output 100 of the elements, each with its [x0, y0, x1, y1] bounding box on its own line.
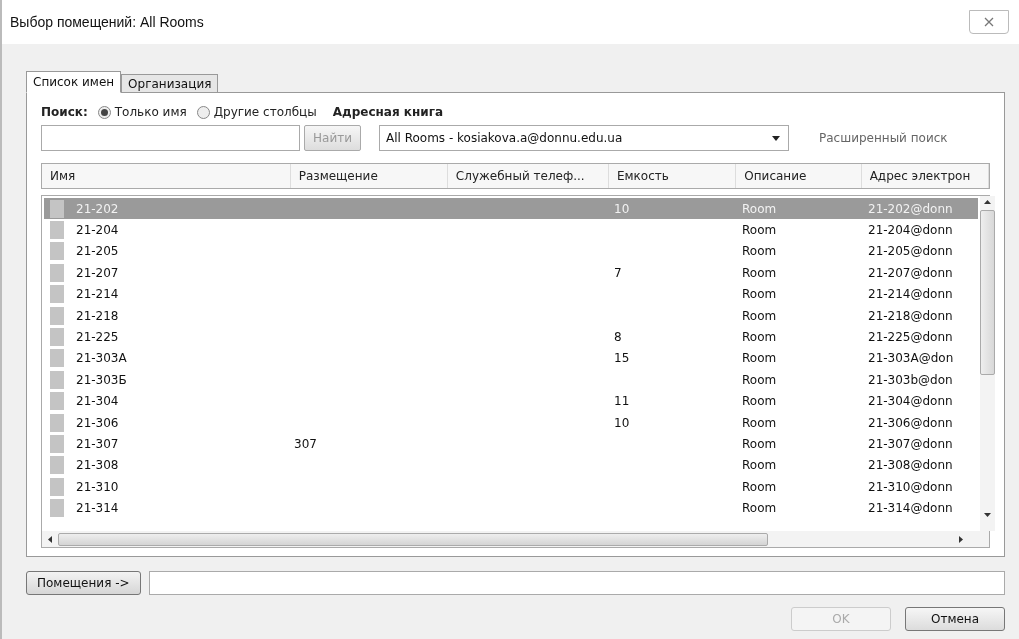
- table-cell-text: Room: [742, 501, 778, 516]
- table-cell-text: 21-306: [76, 415, 120, 430]
- table-row[interactable]: 21-310 Room 21-310@donn: [44, 476, 978, 498]
- table-cell-text: 21-207: [76, 265, 120, 280]
- table-cell-text: 21-303А: [76, 351, 128, 366]
- table-row[interactable]: 21-304 11 Room 21-304@donn: [44, 390, 978, 412]
- room-icon: [50, 413, 64, 432]
- room-icon: [50, 370, 64, 389]
- room-icon: [50, 221, 64, 240]
- column-header[interactable]: Имя: [42, 164, 291, 188]
- table-cell-text: Room: [742, 458, 778, 473]
- room-icon: [50, 456, 64, 475]
- column-header[interactable]: Служебный телеф...: [447, 164, 609, 188]
- table-row[interactable]: 21-218 Room 21-218@donn: [44, 304, 978, 327]
- close-button[interactable]: [969, 10, 1009, 34]
- room-icon: [50, 285, 64, 304]
- table-cell-text: 21-207@donn: [868, 265, 954, 280]
- close-icon: [984, 17, 994, 27]
- table-cell-text: 21-304@donn: [868, 394, 954, 409]
- table-row[interactable]: 21-207 7 Room 21-207@donn: [44, 262, 978, 284]
- table-cell-text: Room: [742, 415, 778, 430]
- table-cell-text: 10: [614, 201, 631, 216]
- table-cell-text: 21-218: [76, 308, 120, 323]
- table-cell-text: 21-303A@don: [868, 351, 955, 366]
- table-cell-text: 21-225: [76, 330, 120, 345]
- table-cell-text: Room: [742, 330, 778, 345]
- search-field[interactable]: [41, 125, 300, 151]
- column-header[interactable]: Емкость: [608, 164, 737, 188]
- column-header[interactable]: Описание: [736, 164, 862, 188]
- cancel-button[interactable]: Отмена: [905, 607, 1005, 631]
- table-cell-text: 21-310: [76, 479, 120, 494]
- table-cell-text: 21-308: [76, 458, 120, 473]
- room-icon: [50, 349, 64, 368]
- column-header[interactable]: Адрес электрон: [861, 164, 989, 188]
- window-title: Выбор помещений: All Rooms: [10, 14, 204, 30]
- room-icon: [50, 263, 64, 282]
- table-cell-text: 21-214: [76, 287, 120, 302]
- table-row[interactable]: 21-306 10 Room 21-306@donn: [44, 411, 978, 434]
- table-row[interactable]: 21-314 Room 21-314@donn: [44, 497, 978, 519]
- table-cell-text: 21-307@donn: [868, 437, 954, 451]
- table-cell-text: 21-306@donn: [868, 415, 954, 430]
- table-row[interactable]: 21-307 307 Room 21-307@donn: [44, 433, 978, 455]
- table-row[interactable]: 21-205 Room 21-205@donn: [44, 240, 978, 263]
- table-cell-text: 307: [294, 437, 318, 451]
- rooms-field[interactable]: [148, 571, 1005, 595]
- rooms-button[interactable]: Помещения ->: [26, 571, 141, 595]
- room-icon: [50, 392, 64, 411]
- table-cell-text: Room: [742, 223, 778, 238]
- table-cell-text: Room: [742, 372, 778, 387]
- address-book-dropdown[interactable]: All Rooms - kosiakova.a@donnu.edu.ua: [378, 125, 789, 151]
- table-row[interactable]: 21-214 Room 21-214@donn: [44, 283, 978, 305]
- room-icon: [50, 328, 64, 347]
- table-cell-text: 21-205@donn: [868, 244, 954, 259]
- table-cell-text: 21-308@donn: [868, 458, 954, 473]
- table-cell-text: 8: [614, 330, 623, 345]
- table-cell-text: Room: [742, 265, 778, 280]
- table-cell-text: 21-204: [76, 223, 120, 238]
- table-cell-text: 21-303Б: [76, 372, 128, 387]
- table-cell-text: 21-307: [76, 437, 120, 451]
- table-cell-text: Room: [742, 351, 778, 366]
- column-header[interactable]: Размещение: [290, 164, 448, 188]
- room-icon: [50, 477, 64, 496]
- table-cell-text: 21-218@donn: [868, 308, 954, 323]
- table-row[interactable]: 21-225 8 Room 21-225@donn: [44, 326, 978, 348]
- table-cell-text: 21-202@donn: [868, 201, 954, 216]
- horizontal-scrollbar[interactable]: [42, 531, 989, 547]
- room-icon: [50, 435, 64, 453]
- table-cell-text: Room: [742, 287, 778, 302]
- table-cell-text: Room: [742, 201, 778, 216]
- room-icon: [50, 242, 64, 261]
- table-cell-text: 21-202: [76, 201, 120, 216]
- table-cell-text: 21-314: [76, 501, 120, 516]
- room-icon: [50, 499, 64, 518]
- table-cell-text: Room: [742, 244, 778, 259]
- table-cell-text: 21-303b@don: [868, 372, 954, 387]
- table-cell-text: Room: [742, 308, 778, 323]
- dropdown-arrow-icon: [771, 135, 780, 141]
- search-label: Поиск:: [41, 105, 88, 119]
- table-cell-text: 21-225@donn: [868, 330, 954, 345]
- table-cell-text: 15: [614, 351, 631, 366]
- table-row[interactable]: 21-303Б Room 21-303b@don: [44, 369, 978, 391]
- vertical-scrollbar[interactable]: [980, 196, 995, 531]
- table-cell-text: 21-214@donn: [868, 287, 954, 302]
- radio-option[interactable]: Только имя: [97, 105, 187, 119]
- table-cell-text: 11: [614, 394, 631, 409]
- table-row[interactable]: 21-308 Room 21-308@donn: [44, 454, 978, 477]
- advanced-search-link[interactable]: Расширенный поиск: [818, 131, 948, 145]
- table-row[interactable]: 21-204 Room 21-204@donn: [44, 219, 978, 241]
- table-cell-text: 10: [614, 415, 631, 430]
- table-cell-text: 21-204@donn: [868, 223, 954, 238]
- tab[interactable]: Организация: [121, 74, 219, 93]
- room-icon: [50, 306, 64, 325]
- table-row[interactable]: 21-303А 15 Room 21-303A@don: [44, 347, 978, 370]
- scroll-right-icon: [959, 535, 963, 543]
- scroll-down-icon: [984, 513, 991, 517]
- room-icon: [50, 199, 64, 218]
- radio-option[interactable]: Другие столбцы: [196, 105, 317, 119]
- table-cell-text: Room: [742, 437, 778, 451]
- tab[interactable]: Список имен: [26, 71, 122, 93]
- table-cell-text: 21-304: [76, 394, 120, 409]
